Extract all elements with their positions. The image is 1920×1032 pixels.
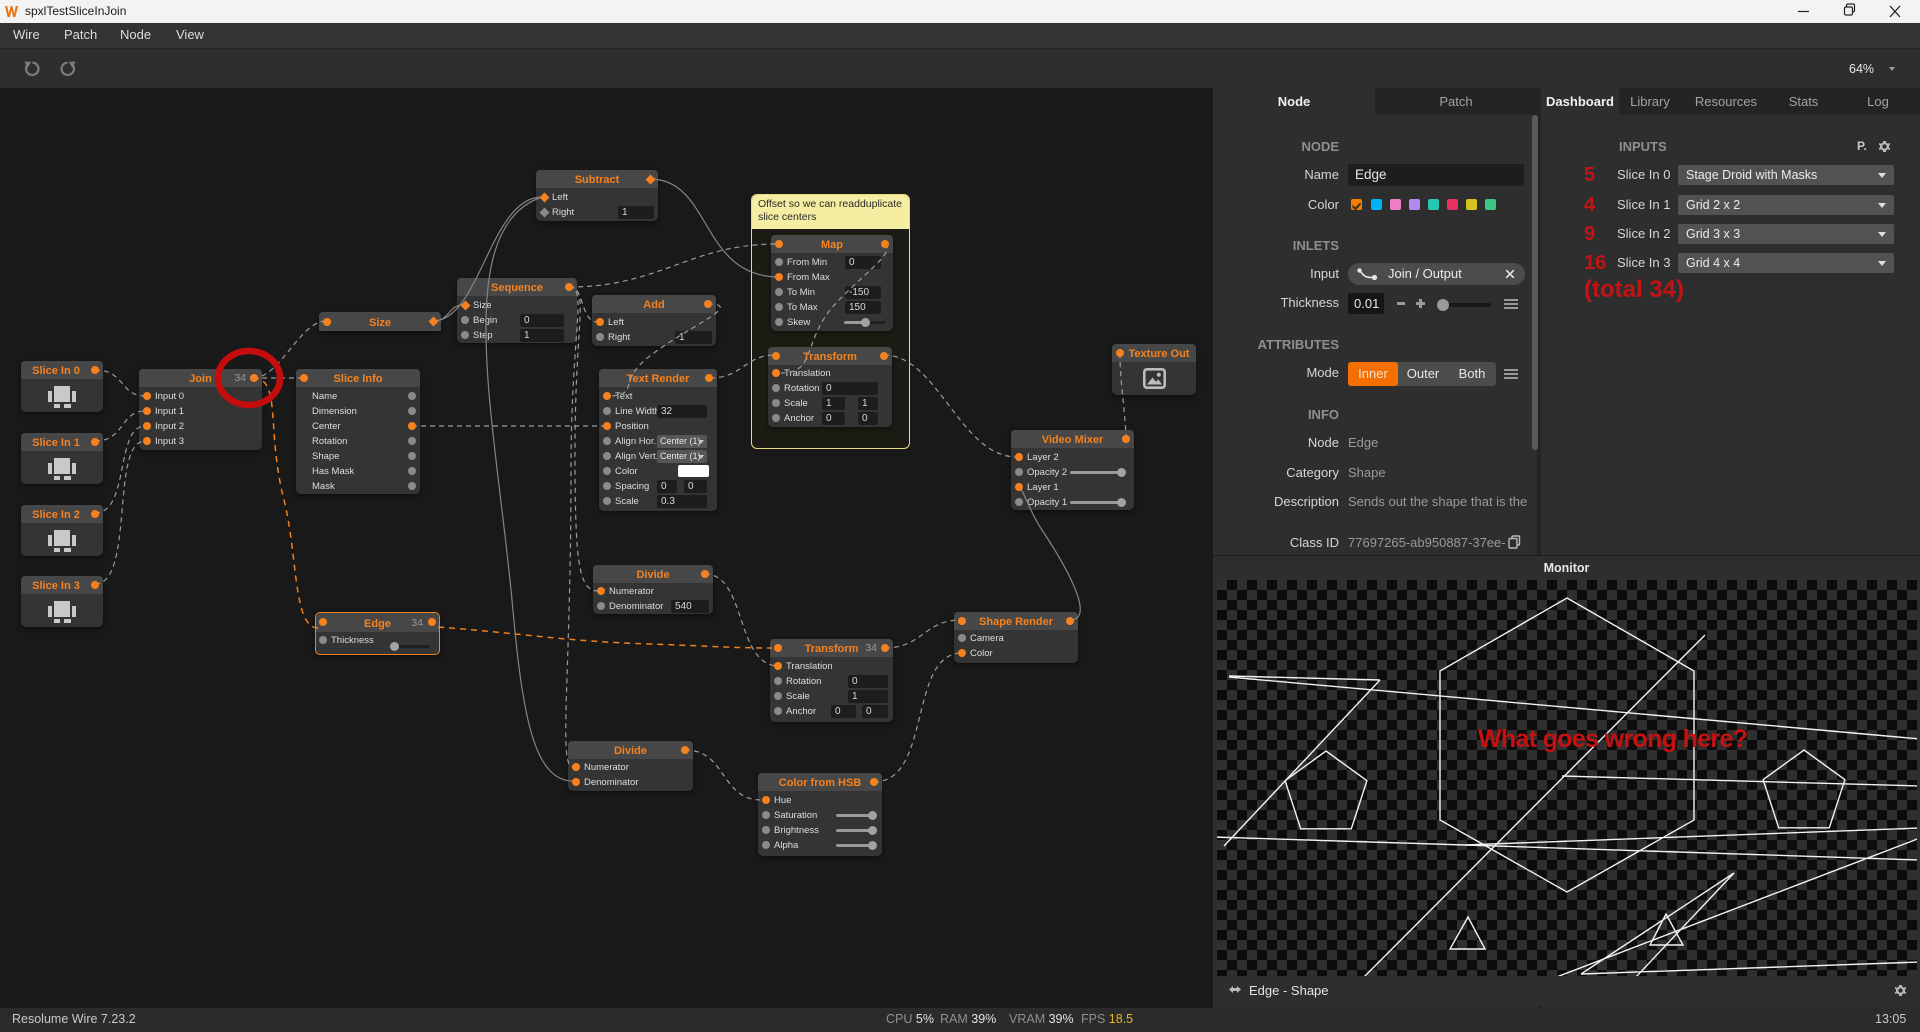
svg-text:What goes wrong here?: What goes wrong here? [1478, 725, 1748, 753]
